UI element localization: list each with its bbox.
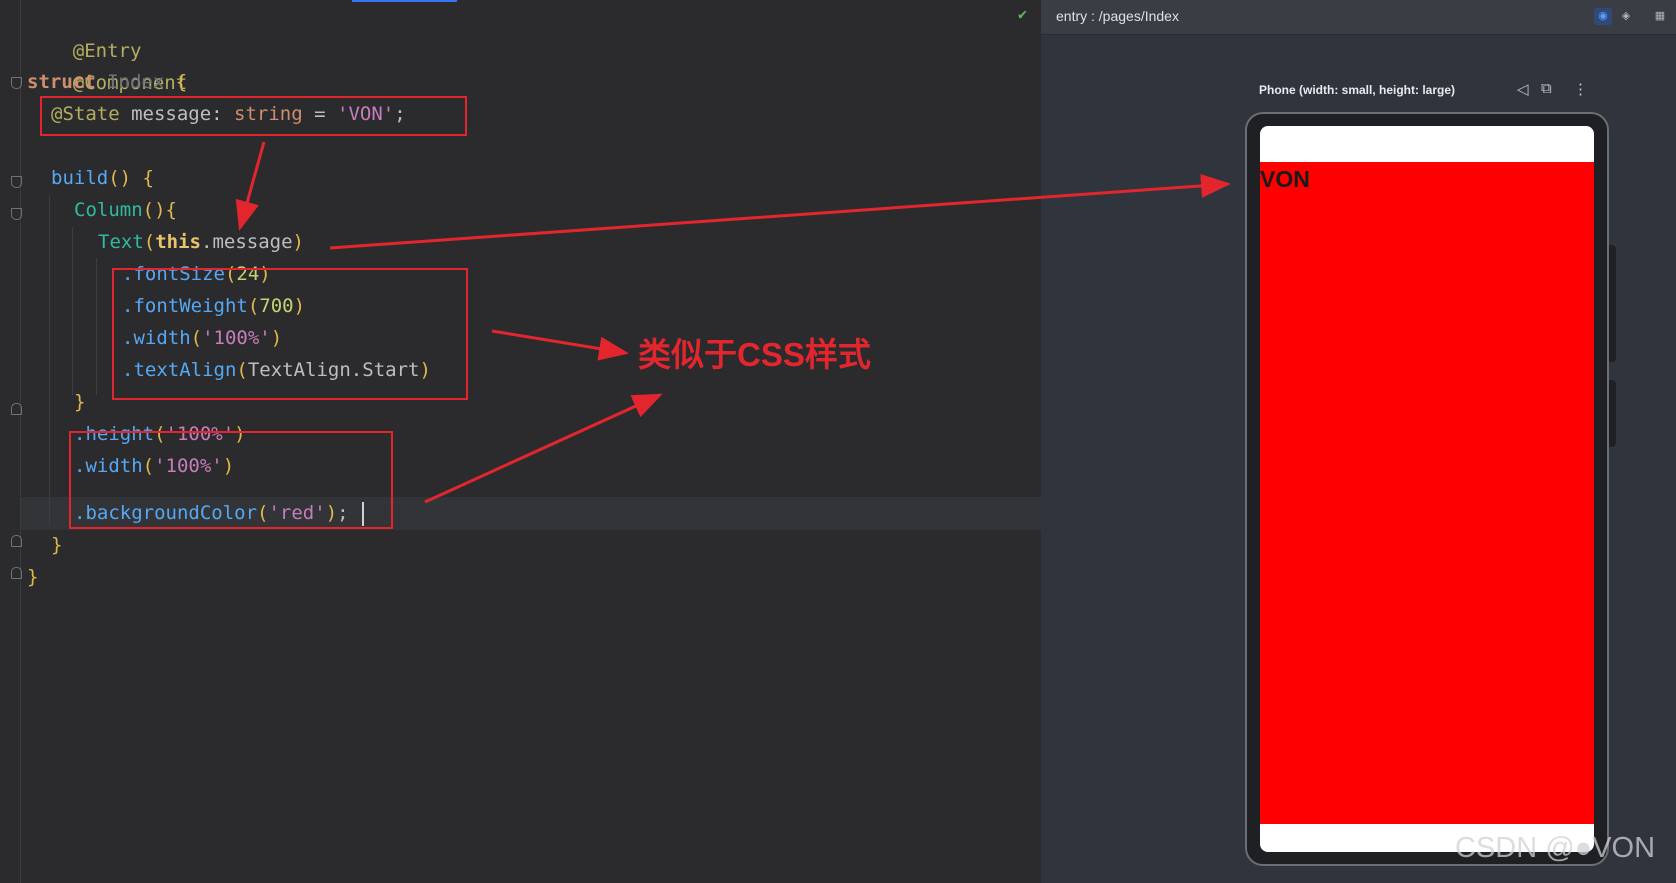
code-token: () [142,199,166,221]
layers-icon[interactable]: ◈ [1617,8,1635,25]
code-token: () [108,167,132,189]
app-text-von: VON [1260,166,1310,192]
previewer-title: entry : /pages/Index [1056,8,1179,24]
code-token: { [131,167,154,189]
fold-marker[interactable] [11,176,22,188]
phone-screen[interactable]: VON [1260,126,1594,852]
indent-guide [49,196,50,526]
code-line-2[interactable]: @Component [27,34,187,94]
fold-marker[interactable] [11,535,22,547]
annotation-label: 类似于CSS样式 [638,336,871,373]
code-line-17[interactable]: } [51,529,62,562]
code-token: Column [74,199,143,221]
app-column: VON [1260,162,1594,824]
check-icon: ✔ [1018,5,1028,23]
code-token: ( [143,231,156,253]
code-token: } [51,534,63,556]
code-token: Text [98,231,144,253]
fold-icon[interactable]: ⧉ [1541,80,1552,97]
code-token: this [155,231,201,253]
code-line-8[interactable]: Text(this.message) [98,226,304,259]
fold-marker[interactable] [11,77,22,89]
previewer-panel: entry : /pages/Index ◉ ◈ ▦ Phone (width:… [1041,0,1676,883]
code-token: { [165,199,177,221]
fold-marker[interactable] [11,567,22,579]
code-line-6[interactable]: build() { [51,162,154,195]
code-token: build [51,167,109,189]
code-editor[interactable]: ✔ @Entry @Component struct Index { @Stat… [0,0,1041,883]
editor-tab-indicator [352,0,457,2]
highlight-box-state [40,96,467,136]
phone-side-button [1609,245,1616,362]
code-line-13[interactable]: } [74,386,85,419]
code-token: ) [292,231,304,253]
device-label: Phone (width: small, height: large) [1259,83,1456,97]
editor-gutter [0,0,21,883]
more-icon[interactable]: ⋮ [1573,80,1588,98]
fold-marker[interactable] [11,403,22,415]
code-token: struct [27,71,96,93]
code-token: . [200,231,213,253]
code-line-3[interactable]: struct Index { [27,66,187,99]
highlight-box-text-styles [112,268,468,400]
code-token: { [175,71,188,93]
rotate-icon[interactable]: ◁ [1517,80,1529,98]
code-token: } [74,391,86,413]
highlight-box-column-styles [69,431,393,529]
code-line-1[interactable]: @Entry [27,2,142,62]
code-line-7[interactable]: Column(){ [74,194,177,227]
code-token: message [212,231,293,253]
indent-guide [72,227,73,395]
code-line-18[interactable]: } [27,561,38,594]
code-token: } [27,566,39,588]
indent-guide [96,258,97,395]
code-token: Index [107,71,165,93]
csdn-watermark: CSDN @●VON [1455,832,1656,864]
phone-side-button [1609,380,1616,447]
grid-icon[interactable]: ▦ [1651,8,1669,25]
previewer-header: entry : /pages/Index ◉ ◈ ▦ [1041,0,1676,35]
fold-marker[interactable] [11,208,22,220]
eye-icon[interactable]: ◉ [1594,8,1612,25]
